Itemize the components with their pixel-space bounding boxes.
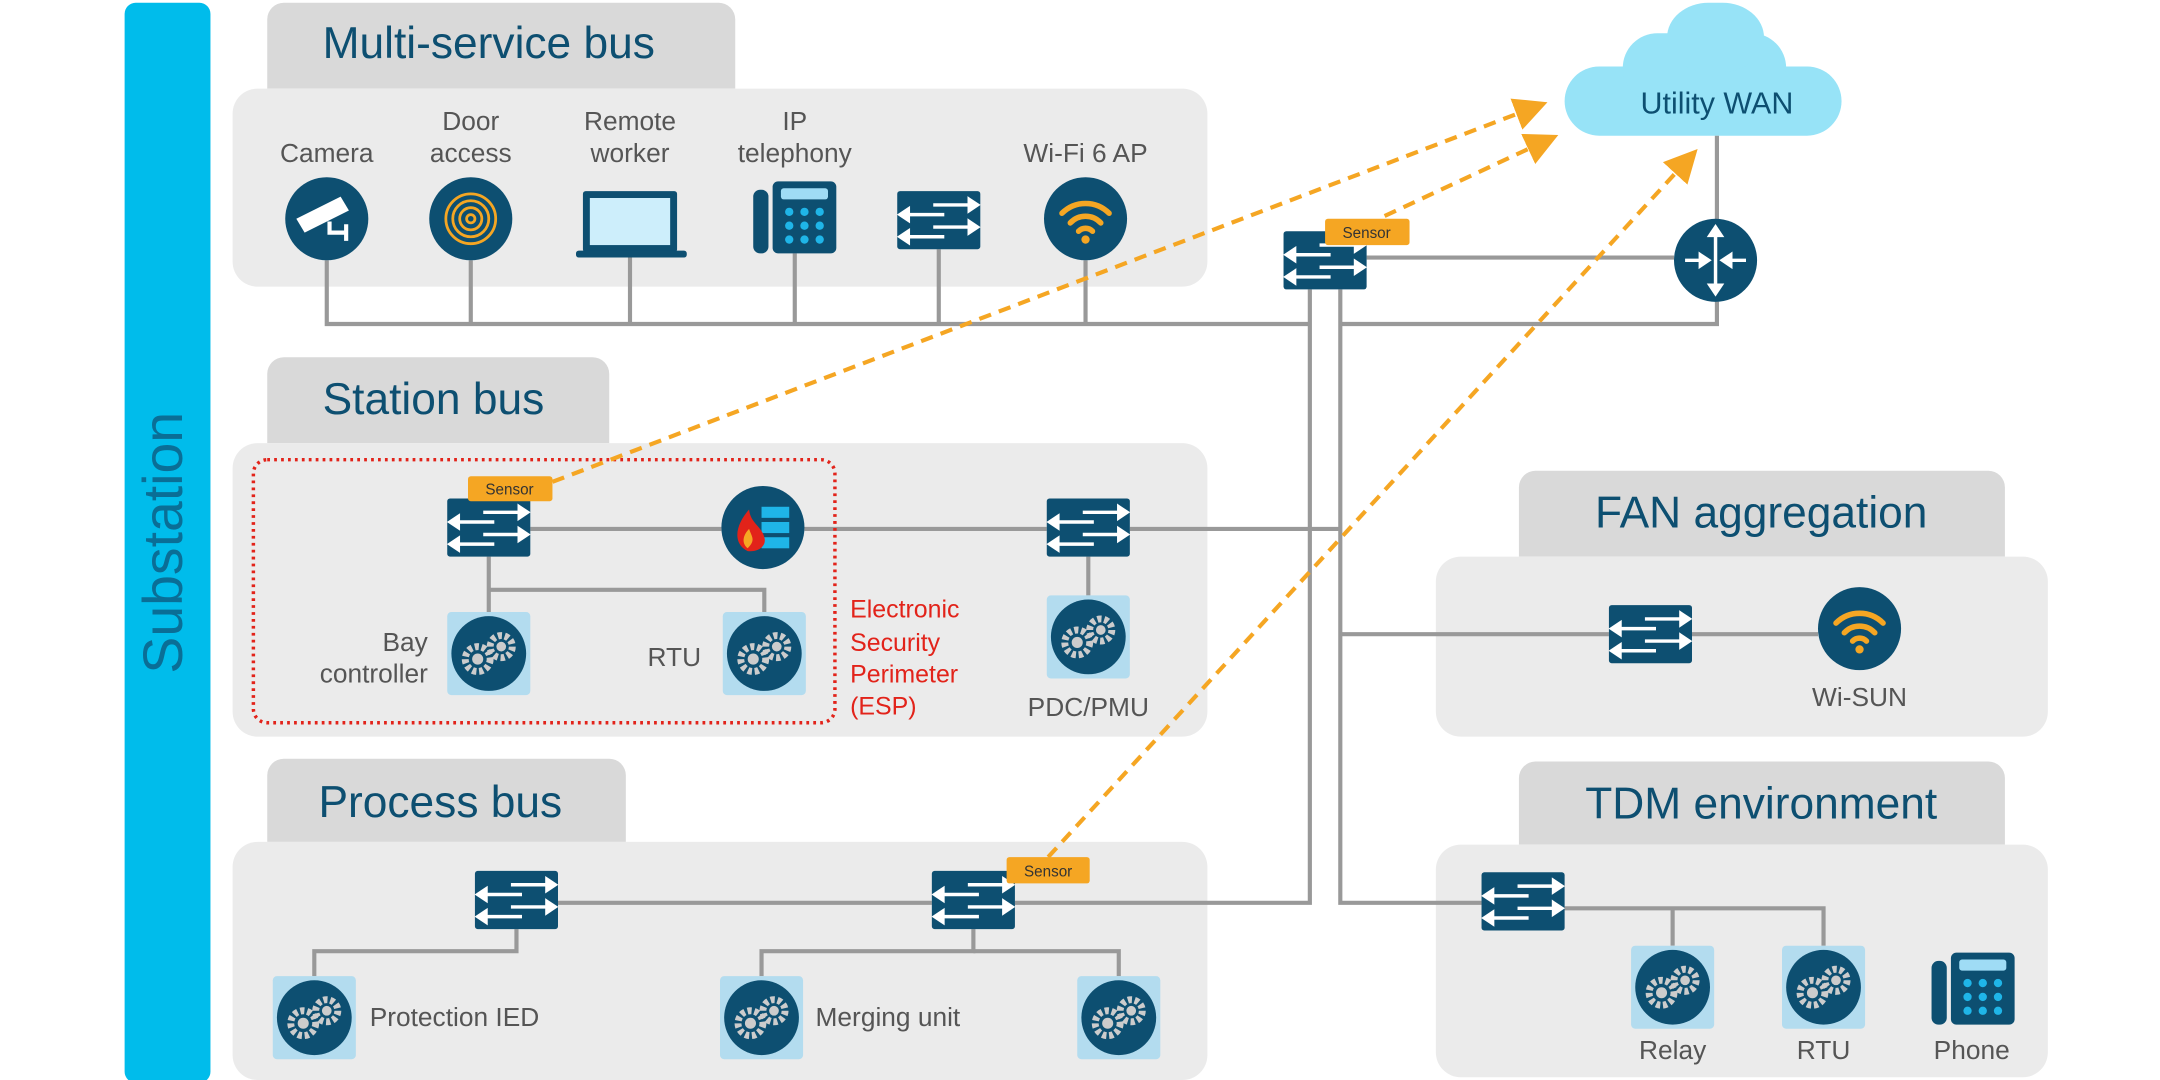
core-sensor-label: Sensor xyxy=(1342,225,1390,242)
router-icon xyxy=(1674,218,1758,302)
camera-icon xyxy=(285,177,369,261)
fan-switch-icon xyxy=(1607,603,1694,665)
rtu-icon xyxy=(723,612,806,695)
bay-controller-icon xyxy=(447,612,530,695)
ip-phone-icon xyxy=(753,181,837,254)
wifi-ap-label: Wi-Fi 6 AP xyxy=(1023,138,1147,168)
camera-label: Camera xyxy=(280,138,374,168)
wifi-icon xyxy=(1044,177,1127,260)
utility-wan-label: Utility WAN xyxy=(1641,87,1794,121)
fan-title: FAN aggregation xyxy=(1595,489,1927,538)
fingerprint-icon xyxy=(429,177,513,261)
remote-worker-label: Remote worker xyxy=(584,106,676,168)
tdm-rtu-label: RTU xyxy=(1797,1035,1851,1065)
process-sensor-label: Sensor xyxy=(1024,863,1072,880)
phone-icon xyxy=(1931,952,2015,1025)
phone-label: Phone xyxy=(1934,1035,2010,1065)
station-switch-icon xyxy=(1045,496,1132,559)
pdc-pmu-icon xyxy=(1047,595,1130,678)
protection-ied-label: Protection IED xyxy=(370,1002,540,1032)
process-bus-title: Process bus xyxy=(318,778,562,827)
rtu-label: RTU xyxy=(648,642,702,672)
wi-sun-label: Wi-SUN xyxy=(1812,682,1907,712)
firewall-icon xyxy=(721,486,805,570)
station-bus-title: Station bus xyxy=(323,375,545,424)
tdm-switch-icon xyxy=(1479,870,1567,933)
switch-icon xyxy=(895,189,983,251)
wi-sun-icon xyxy=(1818,587,1901,670)
process-switch-icon xyxy=(473,869,560,931)
relay-icon xyxy=(1631,946,1714,1029)
process-device-icon xyxy=(1077,976,1160,1059)
station-sensor-label: Sensor xyxy=(485,481,533,498)
fan-panel xyxy=(1435,556,2048,737)
multi-service-title: Multi-service bus xyxy=(323,19,655,68)
station-esp-switch-icon xyxy=(445,496,533,559)
process-sensor-switch-icon xyxy=(930,869,1017,931)
merging-unit-label: Merging unit xyxy=(816,1002,961,1032)
substation-diagram: Substation Multi-service bus Station bus… xyxy=(124,2,2048,1080)
protection-ied-icon xyxy=(273,976,356,1059)
pdc-pmu-label: PDC/PMU xyxy=(1028,692,1149,722)
laptop-icon xyxy=(576,191,687,258)
merging-unit-icon xyxy=(720,976,803,1059)
substation-label: Substation xyxy=(132,412,194,674)
relay-label: Relay xyxy=(1639,1035,1707,1065)
tdm-title: TDM environment xyxy=(1585,779,1937,828)
tdm-rtu-icon xyxy=(1782,946,1865,1029)
